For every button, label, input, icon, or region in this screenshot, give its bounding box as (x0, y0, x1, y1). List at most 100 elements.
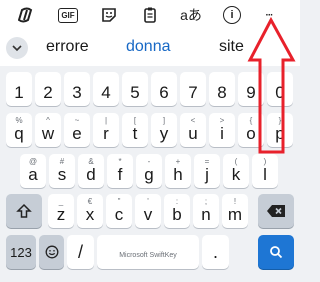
key-label: 2 (43, 83, 53, 102)
key-9[interactable]: 9 (238, 72, 264, 106)
chevron-down-icon[interactable] (6, 37, 28, 59)
key-label: y (159, 124, 169, 143)
key-label: x (85, 205, 95, 224)
key-1[interactable]: 1 (6, 72, 32, 106)
key-f[interactable]: * f (107, 154, 133, 188)
key-label: r (103, 124, 109, 143)
key-0[interactable]: 0 (267, 72, 293, 106)
key-c[interactable]: " c (106, 194, 132, 228)
suggestion-bar: errore donna site (0, 30, 300, 66)
key-label: v (143, 205, 153, 224)
period-label: . (212, 241, 218, 262)
key-label: h (173, 165, 183, 184)
key-label: e (72, 124, 82, 143)
keyboard-toolbar: GIF aあ i ··· (0, 0, 300, 30)
key-x[interactable]: € x (77, 194, 103, 228)
key-p[interactable]: } p (267, 113, 293, 147)
key-label: i (220, 124, 224, 143)
key-n[interactable]: ; n (193, 194, 219, 228)
suggestion-word-1[interactable]: errore (46, 38, 89, 56)
key-2[interactable]: 2 (35, 72, 61, 106)
key-label: a (28, 165, 38, 184)
suggestion-word-2[interactable]: donna (126, 38, 171, 56)
backspace-icon (258, 194, 294, 228)
key-w[interactable]: ^ w (35, 113, 61, 147)
key-label: q (14, 124, 24, 143)
more-button[interactable]: ··· (256, 3, 282, 27)
key-label: d (86, 165, 96, 184)
key-v[interactable]: ' v (135, 194, 161, 228)
shift-key[interactable] (6, 194, 42, 228)
translate-icon: aあ (180, 7, 202, 23)
key-label: b (172, 205, 182, 224)
key-label: 3 (72, 83, 82, 102)
key-b[interactable]: :b (164, 194, 190, 228)
key-label: 7 (188, 83, 198, 102)
slash-key[interactable]: / (67, 235, 94, 269)
key-label: c (114, 205, 124, 224)
key-m[interactable]: ! m (222, 194, 248, 228)
key-label: m (227, 205, 243, 224)
info-icon: i (223, 6, 241, 24)
key-label: f (117, 165, 123, 184)
key-r[interactable]: | r (93, 113, 119, 147)
key-3[interactable]: 3 (64, 72, 90, 106)
clipboard-icon[interactable] (137, 3, 163, 27)
key-label: t (132, 124, 138, 143)
emoji-icon (39, 235, 64, 269)
key-label: 8 (217, 83, 227, 102)
key-s[interactable]: # s (49, 154, 75, 188)
key-label: 9 (246, 83, 256, 102)
key-o[interactable]: {o (238, 113, 264, 147)
info-button[interactable]: i (219, 3, 245, 27)
gif-icon: GIF (58, 7, 78, 23)
numbers-key[interactable]: 123 (6, 235, 36, 269)
key-h[interactable]: + h (165, 154, 191, 188)
key-label: 5 (130, 83, 140, 102)
search-icon (258, 235, 294, 269)
key-label: z (56, 205, 66, 224)
key-e[interactable]: ~ e (64, 113, 90, 147)
key-q[interactable]: % q (6, 113, 32, 147)
key-u[interactable]: < u (180, 113, 206, 147)
translate-button[interactable]: aあ (178, 3, 204, 27)
key-label: j (205, 165, 209, 184)
key-4[interactable]: 4 (93, 72, 119, 106)
key-g[interactable]: -g (136, 154, 162, 188)
search-key[interactable] (258, 235, 294, 269)
key-z[interactable]: _ z (48, 194, 74, 228)
key-label: o (246, 124, 256, 143)
key-6[interactable]: 6 (151, 72, 177, 106)
key-label: 4 (101, 83, 111, 102)
keyboard: 1234567890 % q ^ w ~ e | r[t] y < u > i{o} p @ a # s & d * f… (0, 66, 300, 282)
key-d[interactable]: & d (78, 154, 104, 188)
space-key[interactable]: Microsoft SwiftKey (97, 235, 199, 269)
suggestion-word-3[interactable]: site (219, 38, 244, 56)
key-label: 6 (159, 83, 169, 102)
period-key[interactable]: . (202, 235, 229, 269)
space-label: Microsoft SwiftKey (119, 252, 177, 259)
key-label: l (263, 165, 267, 184)
key-7[interactable]: 7 (180, 72, 206, 106)
gif-button[interactable]: GIF (55, 3, 81, 27)
key-label: s (57, 165, 67, 184)
key-8[interactable]: 8 (209, 72, 235, 106)
key-t[interactable]: [t (122, 113, 148, 147)
key-j[interactable]: = j (194, 154, 220, 188)
key-label: 0 (275, 83, 285, 102)
key-label: p (275, 124, 285, 143)
key-k[interactable]: (k (223, 154, 249, 188)
key-a[interactable]: @ a (20, 154, 46, 188)
emoji-key[interactable] (39, 235, 64, 269)
sticker-icon[interactable] (96, 3, 122, 27)
copilot-icon[interactable] (14, 3, 40, 27)
backspace-key[interactable] (258, 194, 294, 228)
key-label: k (231, 165, 241, 184)
key-5[interactable]: 5 (122, 72, 148, 106)
key-label: g (144, 165, 154, 184)
key-label: w (41, 124, 55, 143)
key-l[interactable]: ) l (252, 154, 278, 188)
key-y[interactable]: ] y (151, 113, 177, 147)
key-label: 1 (14, 83, 24, 102)
key-i[interactable]: > i (209, 113, 235, 147)
